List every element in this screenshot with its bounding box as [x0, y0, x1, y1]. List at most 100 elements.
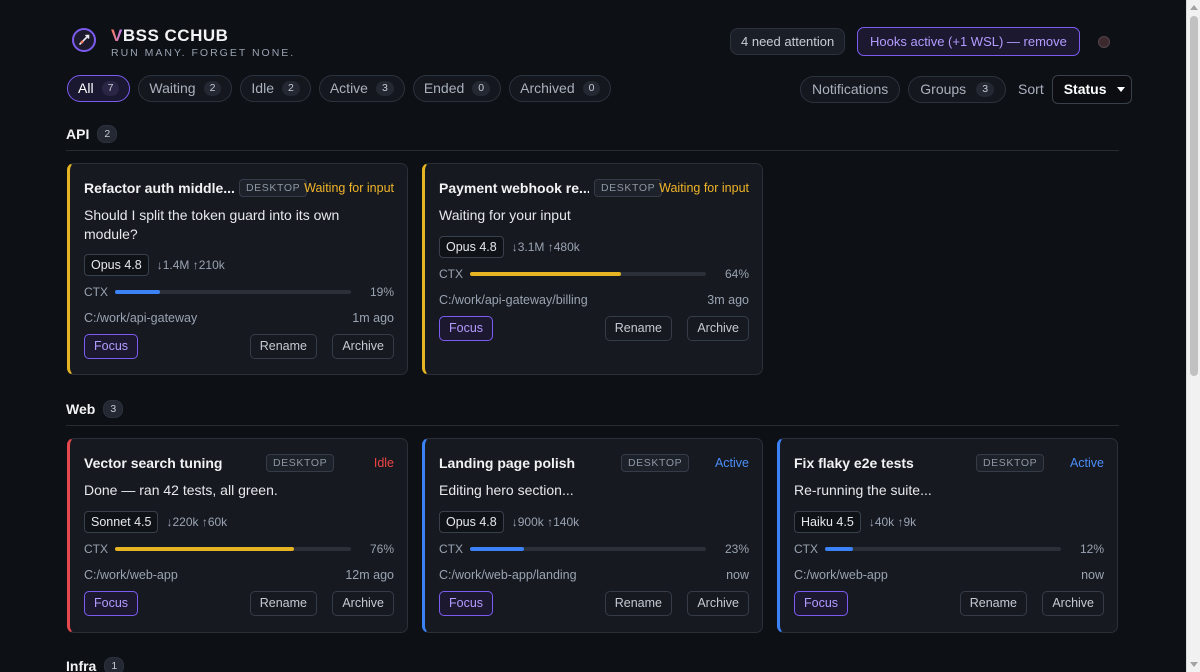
focus-button[interactable]: Focus [794, 591, 849, 616]
session-title: Payment webhook re... [439, 180, 589, 196]
group-divider [66, 150, 1119, 151]
filter-label: Active [329, 80, 368, 96]
context-percent: 64% [724, 267, 749, 281]
scroll-down-icon[interactable] [1190, 662, 1198, 667]
group-count: 1 [104, 657, 125, 672]
hooks-remove-button[interactable]: Hooks active (+1 WSL) — remove [857, 27, 1080, 56]
rename-button[interactable]: Rename [249, 591, 317, 616]
brand-tagline: RUN MANY. FORGET NONE. [111, 47, 296, 59]
session-title: Fix flaky e2e tests [794, 455, 914, 471]
token-usage: ↓1.4M ↑210k [156, 258, 225, 272]
context-label: CTX [439, 267, 463, 281]
session-title: Landing page polish [439, 455, 576, 471]
token-usage: ↓40k ↑9k [868, 515, 917, 529]
session-path-row: C:/work/web-app now [794, 568, 1104, 582]
focus-button[interactable]: Focus [439, 316, 494, 341]
session-meta: Opus 4.8 ↓3.1M ↑480k [439, 236, 580, 258]
group-count: 2 [97, 125, 118, 143]
context-bar-fill [115, 290, 160, 294]
archive-button[interactable]: Archive [687, 316, 749, 341]
status-label: Waiting for input [304, 181, 394, 195]
session-card[interactable]: Vector search tuning DESKTOP Idle Done — ra… [67, 438, 408, 633]
model-badge: Haiku 4.5 [794, 511, 861, 533]
session-path-row: C:/work/web-app 12m ago [84, 568, 394, 582]
rename-button[interactable]: Rename [959, 591, 1027, 616]
connection-status-icon [1098, 36, 1110, 48]
source-badge: DESKTOP [239, 179, 308, 197]
context-bar [825, 547, 1061, 551]
last-activity: 3m ago [707, 293, 749, 307]
token-usage: ↓900k ↑140k [511, 515, 580, 529]
brand-title-rest: BSS CCHUB [122, 26, 229, 45]
session-path-row: C:/work/api-gateway/billing 3m ago [439, 293, 749, 307]
focus-button[interactable]: Focus [84, 334, 139, 359]
filter-count: 2 [282, 81, 300, 96]
group-name: Web [66, 401, 96, 417]
filter-ended[interactable]: Ended 0 [412, 75, 502, 102]
archive-button[interactable]: Archive [1042, 591, 1104, 616]
scroll-up-icon[interactable] [1190, 5, 1198, 10]
context-bar [470, 272, 706, 276]
model-badge: Sonnet 4.5 [84, 511, 159, 533]
groups-label: Groups [920, 80, 967, 97]
context-label: CTX [439, 542, 463, 556]
context-usage: CTX 19% [84, 285, 394, 299]
group-header[interactable]: Infra 1 [66, 656, 125, 672]
group-name: API [66, 126, 90, 142]
session-card[interactable]: Fix flaky e2e tests DESKTOP Active Re-runni… [777, 438, 1118, 633]
session-card[interactable]: Payment webhook re... DESKTOP Waiting for … [422, 163, 763, 375]
session-meta: Haiku 4.5 ↓40k ↑9k [794, 511, 916, 533]
scroll-thumb[interactable] [1190, 16, 1198, 376]
group-header[interactable]: Web 3 [66, 399, 124, 419]
session-meta: Opus 4.8 ↓1.4M ↑210k [84, 254, 225, 276]
filter-label: Waiting [149, 80, 196, 96]
filter-idle[interactable]: Idle 2 [240, 75, 311, 102]
source-badge: DESKTOP [266, 454, 335, 472]
archive-button[interactable]: Archive [332, 334, 394, 359]
rename-button[interactable]: Rename [249, 334, 317, 359]
filter-archived[interactable]: Archived 0 [509, 75, 612, 102]
focus-button[interactable]: Focus [84, 591, 139, 616]
session-meta: Sonnet 4.5 ↓220k ↑60k [84, 511, 227, 533]
last-activity: 12m ago [345, 568, 394, 582]
rename-button[interactable]: Rename [604, 591, 672, 616]
context-bar [115, 547, 351, 551]
filter-active[interactable]: Active 3 [318, 75, 405, 102]
session-card[interactable]: Refactor auth middle... DESKTOP Waiting fo… [67, 163, 408, 375]
card-actions: Focus Rename Archive [84, 591, 394, 616]
group-header[interactable]: API 2 [66, 124, 118, 144]
logo-icon [72, 28, 96, 52]
source-badge: DESKTOP [976, 454, 1045, 472]
session-path-row: C:/work/web-app/landing now [439, 568, 749, 582]
groups-button[interactable]: Groups 3 [908, 75, 1007, 103]
rename-button[interactable]: Rename [604, 316, 672, 341]
card-actions: Focus Rename Archive [439, 591, 749, 616]
page-scrollbar[interactable] [1186, 0, 1200, 672]
focus-button[interactable]: Focus [439, 591, 494, 616]
context-bar-fill [470, 547, 525, 551]
session-path: C:/work/api-gateway [84, 311, 198, 325]
attention-badge[interactable]: 4 need attention [730, 28, 846, 55]
archive-button[interactable]: Archive [687, 591, 749, 616]
last-activity: now [726, 568, 749, 582]
model-badge: Opus 4.8 [439, 511, 504, 533]
session-path-row: C:/work/api-gateway 1m ago [84, 311, 394, 325]
filter-all[interactable]: All 7 [67, 75, 131, 102]
app-page: VBSS CCHUB RUN MANY. FORGET NONE. 4 need… [0, 0, 1186, 672]
archive-button[interactable]: Archive [332, 591, 394, 616]
filter-count: 0 [582, 81, 601, 96]
session-message: Editing hero section... [439, 482, 574, 498]
context-bar [115, 290, 351, 294]
session-message: Done — ran 42 tests, all green. [84, 482, 278, 498]
sort-select[interactable]: Status [1051, 74, 1132, 104]
group-count: 3 [103, 400, 124, 418]
session-message: Waiting for your input [439, 207, 571, 223]
context-percent: 76% [369, 542, 394, 556]
context-usage: CTX 12% [794, 542, 1104, 556]
context-usage: CTX 64% [439, 267, 749, 281]
filter-waiting[interactable]: Waiting 2 [138, 75, 233, 102]
context-bar-fill [825, 547, 854, 551]
context-label: CTX [84, 542, 108, 556]
session-card[interactable]: Landing page polish DESKTOP Active Editing … [422, 438, 763, 633]
notifications-button[interactable]: Notifications [800, 75, 901, 103]
